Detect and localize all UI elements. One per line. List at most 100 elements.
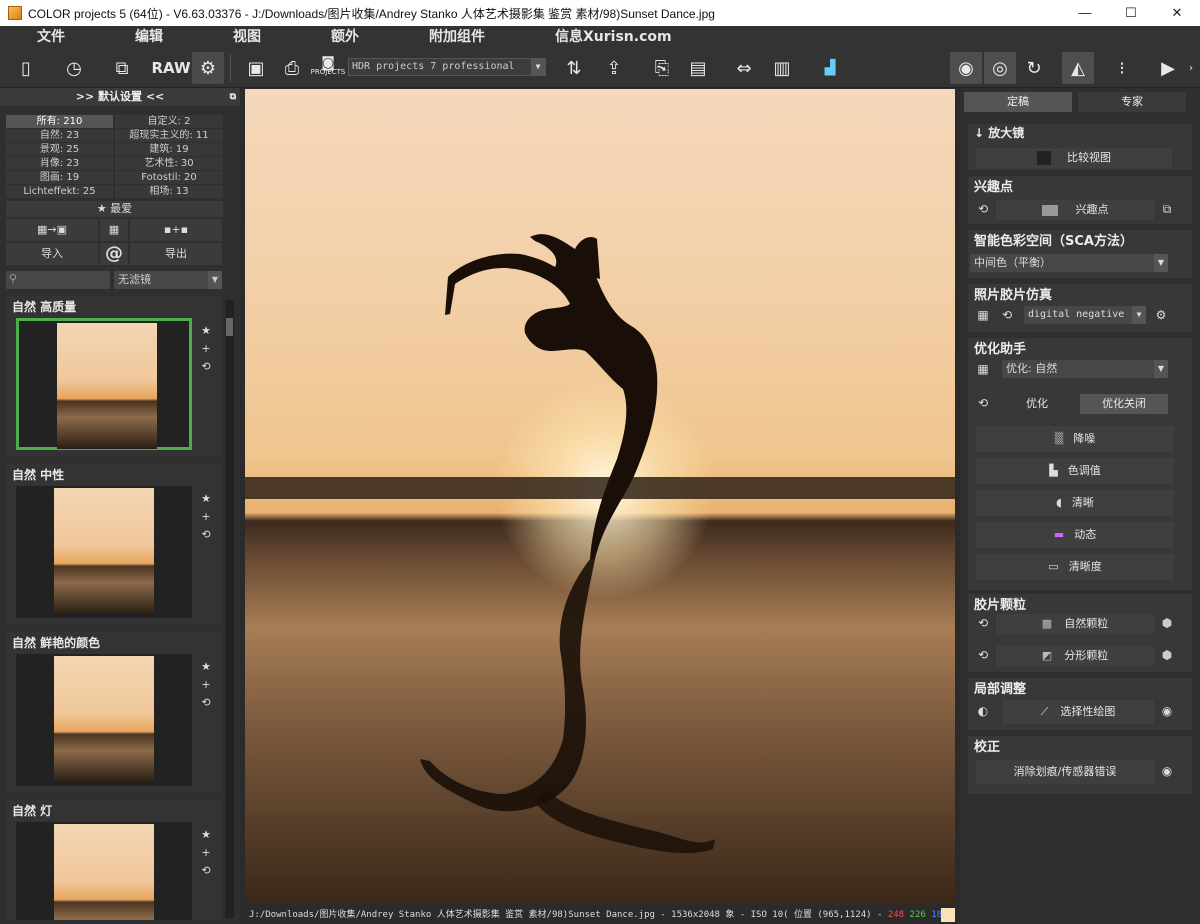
preset-thumbnail-selected[interactable] [16,318,192,450]
grain-preset-icon[interactable]: ⬢ [1158,614,1176,632]
reset-icon[interactable]: ⟲ [974,200,992,218]
category-drawing[interactable]: 图画: 19 [6,171,113,184]
optim-grid-icon[interactable]: ▦ [974,360,992,378]
detach-icon[interactable]: ⧉ [230,88,236,106]
film-select[interactable]: digital negative ▼ [1024,306,1146,324]
grid-save-icon[interactable]: ▦→▣ [6,219,98,241]
resize-icon[interactable]: ⇔ [728,52,760,84]
raw-button[interactable]: RAW [151,52,190,84]
menu-extra[interactable]: 额外 [331,26,359,48]
poi-settings-icon[interactable]: ⧉ [1158,200,1176,218]
category-phase[interactable]: 相场: 13 [115,185,223,198]
reset-icon[interactable]: ⟲ [974,646,992,664]
preset-scrollbar[interactable] [225,300,234,918]
image-canvas[interactable] [243,88,957,906]
reset-icon[interactable]: ⟲ [974,614,992,632]
category-surreal[interactable]: 超现实主义的: 11 [115,129,223,142]
main-photo[interactable] [245,89,955,904]
slider-clarity[interactable]: ▭ 清晰度 [976,554,1174,580]
save-icon[interactable]: ▣ [240,52,272,84]
scratch-removal-button[interactable]: 消除划痕/传感器错误 [976,760,1154,784]
projects-icon[interactable]: ◙ PROJECTS [311,52,346,84]
layers-icon[interactable]: ⇅ [558,52,590,84]
preset-item[interactable]: 自然 灯 ★ + ⟲ [6,800,222,920]
import-button[interactable]: 导入 [6,243,98,265]
preset-search-input[interactable]: ⚲ [6,271,110,289]
scrollbar-thumb[interactable] [226,318,233,336]
add-icon[interactable]: + [198,508,214,526]
add-icon[interactable]: + [198,844,214,862]
optim-off-button[interactable]: 优化关闭 [1080,394,1168,414]
slider-sharpness[interactable]: ◖ 清晰 [976,490,1174,516]
sca-select[interactable]: 中间色（平衡） ▼ [970,254,1168,272]
filter-select[interactable]: 无滤镜 ▼ [114,271,222,289]
export-layer-icon[interactable]: ⇪ [598,52,630,84]
preset-item[interactable]: 自然 中性 ★ + ⟲ [6,464,222,624]
category-nature[interactable]: 自然: 23 [6,129,113,142]
split-view-icon[interactable]: ◭ [1062,52,1094,84]
menu-view[interactable]: 视图 [233,26,261,48]
category-fotostil[interactable]: Fotostil: 20 [115,171,223,184]
category-all[interactable]: 所有: 210 [6,115,113,128]
export-button[interactable]: 导出 [130,243,222,265]
star-icon[interactable]: ★ [198,658,214,676]
compare-view-button[interactable]: 比较视图 [976,148,1172,168]
menu-file[interactable]: 文件 [37,26,65,48]
view-icon[interactable]: ◉ [1158,762,1176,780]
star-icon[interactable]: ★ [198,826,214,844]
category-custom[interactable]: 自定义: 2 [115,115,223,128]
refresh-icon[interactable]: ⟲ [198,694,214,712]
poi-button[interactable]: 兴趣点 [996,200,1154,220]
preset-thumbnail[interactable] [16,654,192,786]
film-grid-icon[interactable]: ▦ [974,306,992,324]
compare-eye-icon[interactable]: ◎ [984,52,1016,84]
batch-icon[interactable]: ⚙ [192,52,224,84]
copy-icon[interactable]: ⧉ [106,52,138,84]
category-lichteffekt[interactable]: Lichteffekt: 25 [6,185,113,198]
optim-select[interactable]: 优化: 自然 ▼ [1002,360,1168,378]
preset-thumbnail[interactable] [16,822,192,920]
maximize-button[interactable]: ☐ [1108,0,1154,26]
histogram-icon[interactable]: ▟ [814,52,846,84]
category-landscape[interactable]: 景观: 25 [6,143,113,156]
history-icon[interactable]: ◷ [58,52,90,84]
reset-icon[interactable]: ⟲ [998,306,1016,324]
film-settings-icon[interactable]: ⚙ [1152,306,1170,324]
add-icon[interactable]: + [198,676,214,694]
view-mode-icon[interactable]: ⁝ [1106,52,1138,84]
menu-info[interactable]: 信息Xurisn.com [555,26,672,48]
minimize-button[interactable]: — [1062,0,1108,26]
slider-tone-value[interactable]: ▙ 色调值 [976,458,1174,484]
category-architecture[interactable]: 建筑: 19 [115,143,223,156]
contrast-icon[interactable]: ◐ [974,702,992,720]
menu-edit[interactable]: 编辑 [135,26,163,48]
selective-drawing-button[interactable]: ⟋ 选择性绘图 [1002,700,1154,724]
star-icon[interactable]: ★ [198,490,214,508]
natural-grain-button[interactable]: ▩ 自然颗粒 [996,614,1154,634]
fractal-grain-button[interactable]: ◩ 分形颗粒 [996,646,1154,666]
eye-icon[interactable]: ◉ [950,52,982,84]
add-preset-icon[interactable]: ▪+▪ [130,219,222,241]
add-icon[interactable]: + [198,340,214,358]
grain-preset-icon[interactable]: ⬢ [1158,646,1176,664]
refresh-icon[interactable]: ⟲ [198,358,214,376]
portrait-icon[interactable]: ▥ [766,52,798,84]
refresh-icon[interactable]: ⟲ [198,862,214,880]
side-by-side-icon[interactable]: ▶ [1152,52,1184,84]
email-button[interactable]: @ [100,243,128,265]
product-combo[interactable]: HDR projects 7 professional ▼ [348,58,546,76]
refresh-icon[interactable]: ⟲ [198,526,214,544]
slider-noise-reduction[interactable]: ▒ 降噪 [976,426,1174,452]
grid-gear-icon[interactable]: ▦ [100,219,128,241]
preset-thumbnail[interactable] [16,486,192,618]
import-icon[interactable]: ⎘ [646,52,678,84]
menu-addons[interactable]: 附加组件 [429,26,485,48]
star-icon[interactable]: ★ [198,322,214,340]
optim-on-button[interactable]: 优化 [996,394,1078,414]
preset-item[interactable]: 自然 高质量 ★ + ⟲ [6,296,222,456]
preset-item[interactable]: 自然 鲜艳的颜色 ★ + ⟲ [6,632,222,792]
reset-icon[interactable]: ⟲ [974,394,992,412]
magnifier-title[interactable]: ↓ 放大镜 [974,124,1024,141]
category-portrait[interactable]: 肖像: 23 [6,157,113,170]
tab-standard[interactable]: 定稿 [964,92,1072,112]
